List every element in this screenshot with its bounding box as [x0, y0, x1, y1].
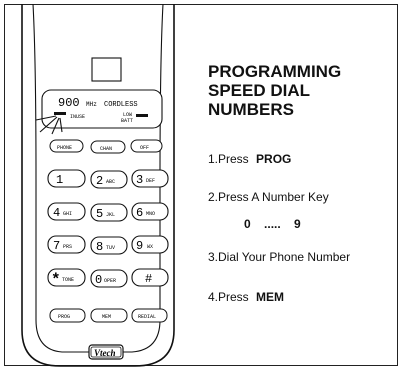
key-label: PHONE: [57, 145, 72, 151]
key-label: #: [145, 272, 152, 286]
key-label: MEM: [102, 314, 111, 320]
key-label: MNO: [146, 211, 155, 217]
brand-logo: Vtech: [94, 348, 116, 358]
function-keys: PHONE CHAN OFF: [49, 139, 163, 154]
low-batt-indicator: [136, 114, 148, 117]
key-label: PROG: [58, 314, 70, 320]
title-line-2: SPEED DIAL: [208, 81, 311, 100]
step-3: 3.Dial Your Phone Number: [208, 250, 351, 264]
key-label: DEF: [146, 178, 155, 184]
key-label: ABC: [106, 179, 115, 185]
display-cordless: CORDLESS: [104, 101, 138, 109]
key-label: 8: [96, 240, 103, 254]
digit-to: 9: [294, 217, 301, 231]
key-label: OPER: [104, 278, 116, 284]
bottom-keys: PROG MEM REDIAL: [49, 308, 168, 323]
keypad: 1 2 ABC 3 DEF 4 GHI 5 JKL 6 MNO 7 PRS 8 …: [47, 169, 169, 289]
earpiece: [91, 57, 122, 82]
key-label: *: [51, 271, 61, 289]
key-label: CHAN: [100, 146, 112, 152]
digit-range: 0 ..... 9: [244, 217, 301, 231]
key-label: PRS: [63, 244, 72, 250]
key-label: 2: [96, 174, 103, 188]
key-label: 3: [136, 173, 143, 187]
title-line-1: PROGRAMMING: [208, 62, 342, 81]
step-1-key: PROG: [256, 152, 292, 166]
key-label: 5: [96, 207, 103, 221]
key-label: 7: [53, 239, 60, 253]
digit-dots: .....: [264, 217, 281, 231]
instructions-panel: PROGRAMMING SPEED DIAL NUMBERS 1.Press P…: [208, 62, 400, 304]
key-label: JKL: [106, 212, 115, 218]
key-label: 1: [56, 173, 63, 187]
key-label: TUV: [106, 245, 115, 251]
key-label: GHI: [63, 211, 72, 217]
key-label: 9: [136, 239, 143, 253]
in-use-indicator: [54, 112, 66, 115]
step-4: 4.Press MEM: [208, 290, 285, 304]
key-label: 0: [95, 273, 102, 287]
in-use-label: INUSE: [70, 114, 85, 120]
step-4-key: MEM: [256, 290, 285, 304]
key-label: OFF: [140, 145, 149, 151]
key-label: 6: [136, 206, 143, 220]
key-1: [47, 169, 86, 188]
digit-from: 0: [244, 217, 251, 231]
low-batt-label-2: BATT: [121, 118, 133, 124]
instructions-title: PROGRAMMING SPEED DIAL NUMBERS: [208, 62, 400, 119]
step-2: 2.Press A Number Key: [208, 190, 329, 204]
step-1: 1.Press PROG: [208, 152, 292, 166]
key-label: 4: [53, 206, 60, 220]
key-label: REDIAL: [138, 314, 156, 320]
key-label: TONE: [62, 277, 74, 283]
key-label: WX: [147, 244, 153, 250]
display-freq: 900: [58, 96, 80, 110]
display-mhz: MHz: [86, 101, 97, 108]
cordless-phone-illustration: 900 MHz CORDLESS INUSE LOW BATT PHONE CH…: [21, 3, 175, 367]
title-line-3: NUMBERS: [208, 100, 294, 119]
